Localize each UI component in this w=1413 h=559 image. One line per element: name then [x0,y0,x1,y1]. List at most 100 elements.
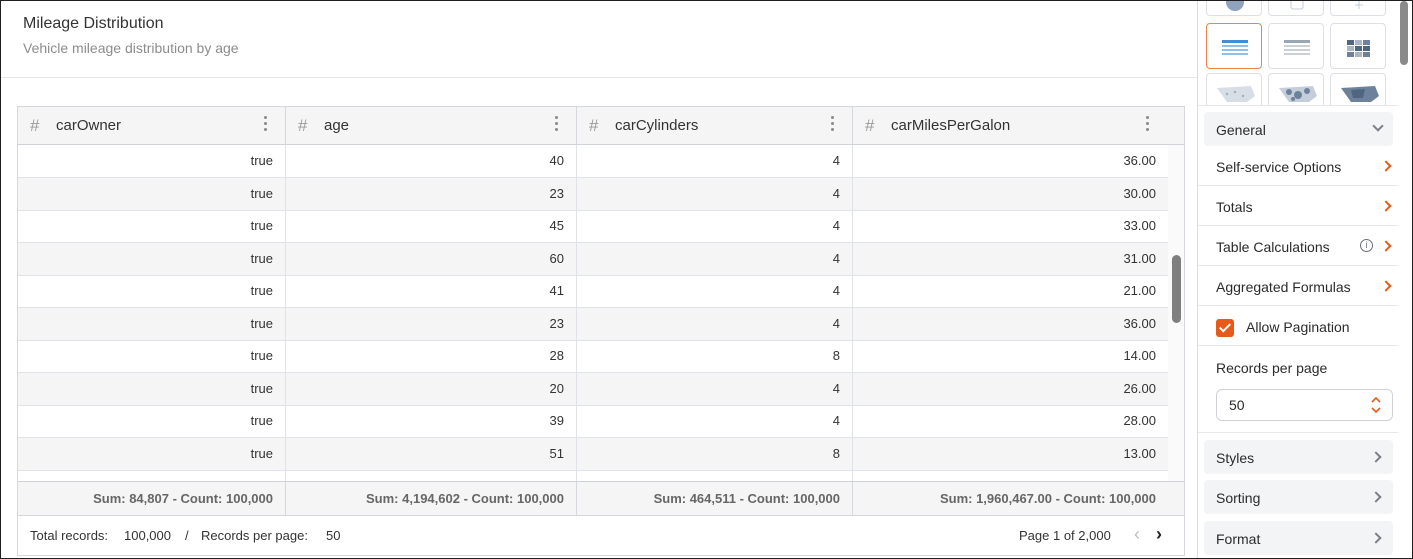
gauge-icon [1290,1,1304,10]
menu-totals[interactable]: Totals [1198,186,1398,226]
scrollbar-thumb[interactable] [1172,255,1181,323]
app-frame: Mileage Distribution Vehicle mileage dis… [0,0,1413,559]
column-header-age[interactable]: # age [286,107,577,144]
column-header-label: carOwner [56,117,122,134]
table-row[interactable]: true 20 4 26.00 [18,372,1168,406]
chevron-right-icon [1370,491,1382,503]
table-totals-row: Sum: 84,807 - Count: 100,000 Sum: 4,194,… [18,481,1184,515]
table-row[interactable]: true 60 4 31.00 [18,242,1168,276]
cell-carowner [18,470,286,481]
chevron-right-icon [1380,280,1392,292]
cell-age: 23 [286,177,577,210]
column-header-carmilespergalon[interactable]: # carMilesPerGalon [853,107,1184,144]
widget-title: Mileage Distribution [23,15,164,32]
table-row[interactable]: true 39 4 28.00 [18,405,1168,438]
column-menu-icon[interactable] [1146,116,1150,134]
cell-carcylinders: 4 [577,372,853,405]
next-page-icon[interactable]: › [1156,525,1162,543]
section-general-label: General [1216,122,1266,138]
chart-type-gauge[interactable] [1268,1,1324,16]
pager-separator: / [185,528,189,543]
cell-carmilespergalon: 36.00 [1123,153,1156,168]
section-styles-label: Styles [1216,450,1255,466]
column-menu-icon[interactable] [555,116,559,134]
heatmap-icon [1347,40,1370,57]
widget-subtitle: Vehicle mileage distribution by age [23,40,239,56]
cell-age: 28 [286,340,577,372]
table-row[interactable]: true 40 4 36.00 [18,145,1168,178]
cell-age: 23 [286,307,577,340]
menu-label: Aggregated Formulas [1216,279,1351,295]
chevron-right-icon [1380,160,1392,172]
total-records-label: Total records: [30,528,109,543]
cell-carcylinders: 8 [577,437,853,470]
column-menu-icon[interactable] [831,116,835,134]
total-age: Sum: 4,194,602 - Count: 100,000 [286,482,577,515]
cell-age: 40 [286,145,577,177]
table-row[interactable]: true 23 4 36.00 [18,307,1168,341]
table-row[interactable]: true 28 8 14.00 [18,340,1168,373]
section-general[interactable]: General [1204,112,1393,146]
number-type-icon: # [865,116,875,135]
cell-carmilespergalon: 33.00 [1123,218,1156,233]
cell-carmilespergalon: 26.00 [1123,380,1156,396]
cell-carcylinders: 4 [577,405,853,437]
allow-pagination-checkbox[interactable] [1216,319,1234,337]
crosstab-icon [1284,40,1310,55]
widget-preview: Mileage Distribution Vehicle mileage dis… [1,1,1198,558]
cell-age: 45 [286,210,577,242]
stepper-icon[interactable] [1369,393,1383,417]
menu-self-service-options[interactable]: Self-service Options [1198,146,1398,186]
section-format[interactable]: Format [1204,521,1393,555]
chevron-right-icon [1380,240,1392,252]
chart-type-heatmap[interactable] [1330,23,1386,69]
table-row-partial [18,470,1168,481]
scrollbar-thumb[interactable] [1400,1,1408,65]
table-row[interactable]: true 41 4 21.00 [18,275,1168,308]
total-carmilespergalon: Sum: 1,960,467.00 - Count: 100,000 [939,491,1156,506]
total-carowner: Sum: 84,807 - Count: 100,000 [18,482,286,515]
column-header-carowner[interactable]: # carOwner [18,107,286,144]
table-row[interactable]: true 23 4 30.00 [18,177,1168,211]
cell-carcylinders [577,470,853,481]
cell-carowner: true [18,275,286,307]
number-type-icon: # [589,116,599,135]
settings-sidebar: General Self-service Options Totals Tabl… [1198,1,1412,558]
number-type-icon: # [30,116,40,135]
cell-age: 60 [286,242,577,275]
section-styles[interactable]: Styles [1204,440,1393,474]
table-row[interactable]: true 45 4 33.00 [18,210,1168,243]
menu-aggregated-formulas[interactable]: Aggregated Formulas [1198,266,1398,306]
chart-type-crosstab[interactable] [1268,23,1324,69]
section-sorting[interactable]: Sorting [1204,480,1393,514]
cell-age: 39 [286,405,577,437]
column-header-label: carMilesPerGalon [891,117,1011,134]
records-per-page-input[interactable]: 50 [1216,389,1393,421]
cell-carcylinders: 8 [577,340,853,372]
cell-carcylinders: 4 [577,145,853,177]
menu-table-calculations[interactable]: Table Calculations i [1198,226,1398,266]
widget-header: Mileage Distribution Vehicle mileage dis… [1,1,1197,78]
records-per-page-field-label: Records per page [1216,360,1328,376]
section-sorting-label: Sorting [1216,490,1261,506]
column-header-carcylinders[interactable]: # carCylinders [577,107,853,144]
prev-page-icon[interactable]: ‹ [1134,525,1140,543]
column-header-label: age [324,117,350,134]
chart-type-pie[interactable] [1206,1,1262,16]
menu-label: Table Calculations [1216,239,1330,255]
chart-type-pivot[interactable] [1330,1,1386,16]
info-icon[interactable]: i [1360,239,1373,252]
allow-pagination-row[interactable]: Allow Pagination [1198,306,1398,346]
table-row[interactable]: true 51 8 13.00 [18,437,1168,471]
chevron-right-icon [1380,200,1392,212]
cell-carmilespergalon: 31.00 [1123,250,1156,266]
chart-type-table[interactable] [1206,23,1262,69]
sidebar-scrollbar[interactable] [1398,1,1410,558]
cell-carowner: true [18,177,286,210]
chevron-right-icon [1370,451,1382,463]
column-menu-icon[interactable] [264,116,268,134]
table-vertical-scrollbar[interactable] [1168,145,1184,481]
page-info: Page 1 of 2,000 [1019,528,1111,543]
cell-carmilespergalon: 21.00 [1123,283,1156,298]
cell-carowner: true [18,210,286,242]
